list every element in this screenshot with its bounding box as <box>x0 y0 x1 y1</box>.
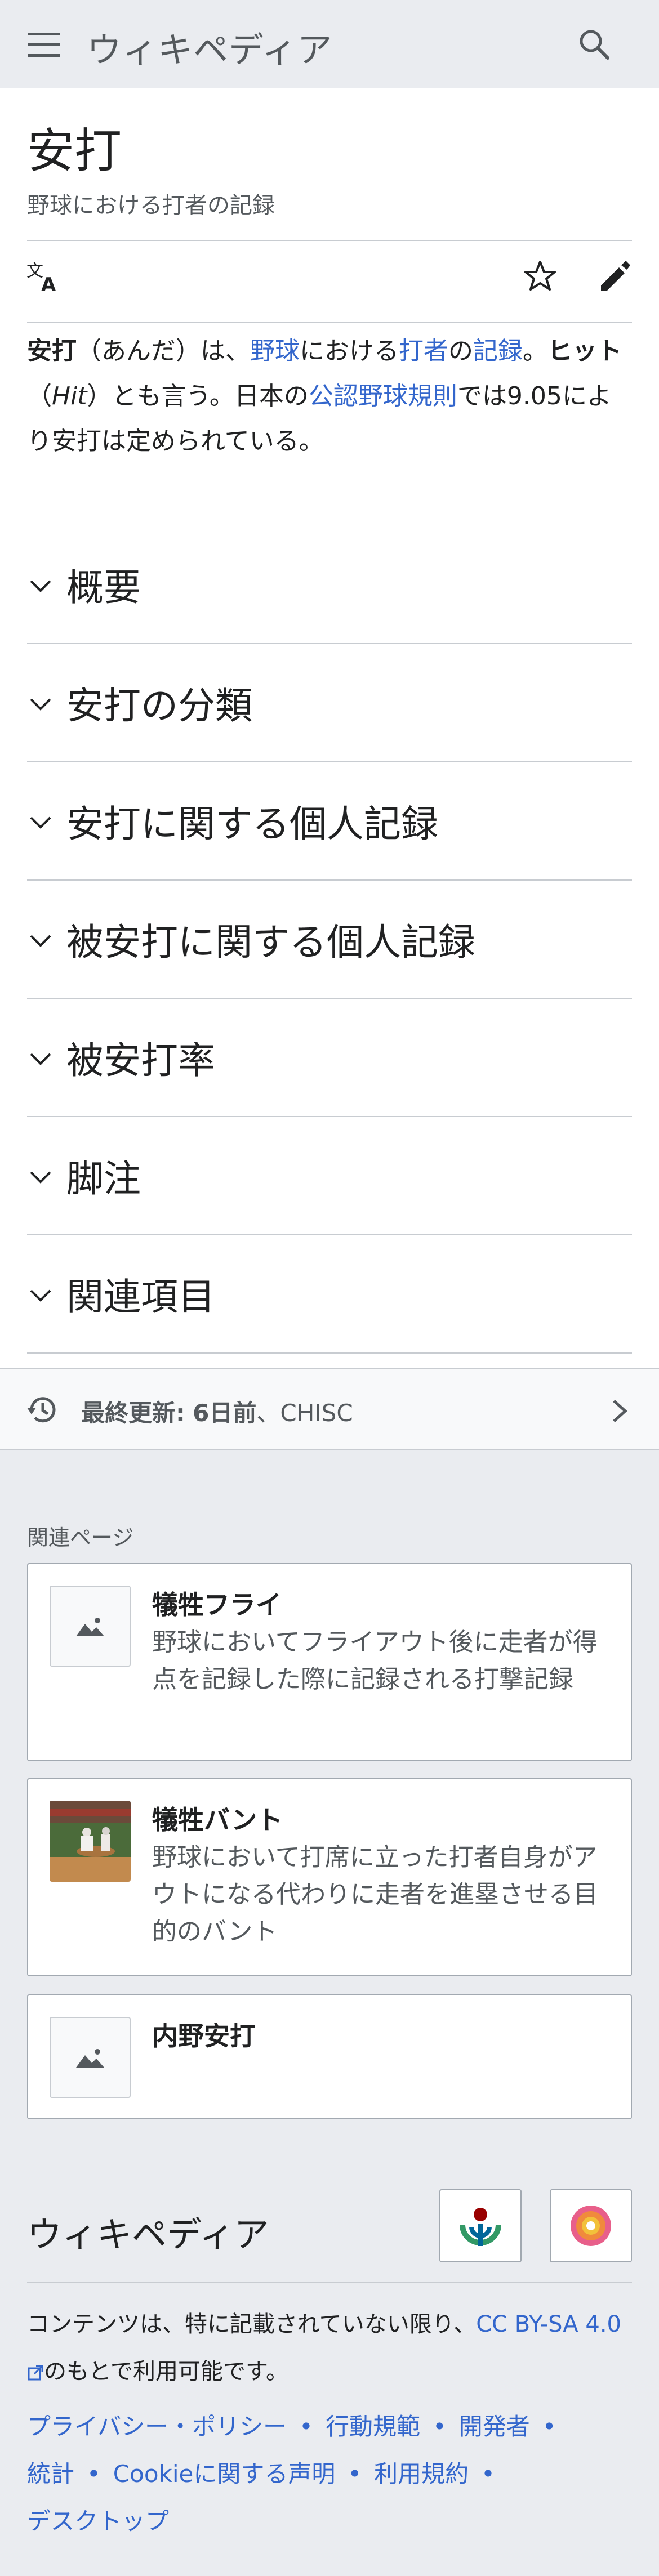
footer-link-terms[interactable]: 利用規約 <box>374 2460 469 2488</box>
hamburger-icon <box>28 33 60 57</box>
external-link-icon <box>28 2365 43 2381</box>
section-footnotes[interactable]: 脚注 <box>27 1117 632 1235</box>
lead-term: 安打 <box>27 337 77 365</box>
license-text-part: コンテンツは、特に記載されていない限り、 <box>27 2311 477 2337</box>
lead-english: Hit <box>52 382 87 410</box>
chevron-right-icon <box>606 1394 633 1428</box>
lead-text: （ <box>27 382 52 410</box>
section-title: 安打の分類 <box>66 684 252 727</box>
section-title: 脚注 <box>66 1157 141 1200</box>
last-modified-ago: 6日前 <box>193 1399 257 1427</box>
pencil-icon <box>601 261 630 291</box>
separator: • <box>348 2460 362 2488</box>
mediawiki-logo-badge[interactable] <box>550 2189 632 2262</box>
section-title: 被安打に関する個人記録 <box>66 921 475 964</box>
section-hits-allowed-records[interactable]: 被安打に関する個人記録 <box>27 881 632 999</box>
lead-paragraph: 安打（あんだ）は、野球における打者の記録。ヒット （Hit）とも言う。日本の公認野… <box>27 329 632 464</box>
chevron-down-icon <box>27 1282 54 1309</box>
footer-link-cookie-statement[interactable]: Cookieに関する声明 <box>113 2460 336 2488</box>
lead-text: の <box>448 337 473 365</box>
footer-link-privacy[interactable]: プライバシー・ポリシー <box>27 2413 287 2440</box>
image-placeholder-icon <box>50 2017 131 2098</box>
history-icon <box>25 1392 61 1428</box>
license-link[interactable]: CC BY-SA 4.0 <box>476 2311 621 2337</box>
svg-text:A: A <box>41 274 56 293</box>
article-content: 安打 野球における打者の記録 文 A 安打（あんだ）は、野球における打者の記録。… <box>0 88 659 1368</box>
related-page-card[interactable]: 内野安打 <box>27 1994 632 2119</box>
lead-alt-term: ヒット <box>547 337 622 365</box>
section-overview[interactable]: 概要 <box>27 526 632 644</box>
edit-button[interactable] <box>595 257 634 296</box>
watch-button[interactable] <box>520 257 560 296</box>
section-title: 安打に関する個人記録 <box>66 802 438 846</box>
main-menu-button[interactable] <box>23 28 65 62</box>
license-text-part: のもとで利用可能です。 <box>44 2359 288 2385</box>
related-page-card[interactable]: 犠牲バント 野球において打席に立った打者自身がアウトになる代わりに走者を進塁させ… <box>27 1778 632 1976</box>
footer-link-statistics[interactable]: 統計 <box>27 2460 74 2488</box>
wikimedia-logo-badge[interactable] <box>439 2189 522 2262</box>
separator: • <box>481 2460 495 2488</box>
chevron-down-icon <box>27 1164 54 1191</box>
related-pages-heading: 関連ページ <box>27 1525 134 1550</box>
search-icon <box>580 30 609 60</box>
separator: • <box>87 2460 101 2488</box>
image-placeholder-icon <box>50 1586 131 1667</box>
chevron-down-icon <box>27 691 54 718</box>
related-page-card[interactable]: 犠牲フライ 野球においてフライアウト後に走者が得点を記録した際に記録される打撃記… <box>27 1563 632 1761</box>
separator: • <box>299 2413 313 2440</box>
footer-divider <box>27 2282 632 2283</box>
page-title: 安打 <box>27 123 122 178</box>
top-header: ウィキペディア <box>0 0 659 88</box>
baseball-photo <box>50 1801 131 1882</box>
link-batter[interactable]: 打者 <box>399 337 448 365</box>
footer-link-developers[interactable]: 開発者 <box>459 2413 530 2440</box>
section-hit-classification[interactable]: 安打の分類 <box>27 644 632 762</box>
section-hit-individual-records[interactable]: 安打に関する個人記録 <box>27 762 632 881</box>
chevron-down-icon <box>27 573 54 600</box>
card-title: 犠牲フライ <box>152 1590 282 1620</box>
lead-text: （あんだ）は、 <box>77 337 250 365</box>
last-modified-label: 最終更新: <box>81 1399 185 1427</box>
translate-icon: 文 A <box>26 261 56 293</box>
divider <box>27 322 632 323</box>
section-title: 被安打率 <box>66 1039 215 1082</box>
separator: • <box>432 2413 447 2440</box>
chevron-down-icon <box>27 927 54 954</box>
lead-text: ）とも言う。日本の <box>87 382 309 410</box>
page-description: 野球における打者の記録 <box>27 193 275 218</box>
chevron-down-icon <box>27 809 54 836</box>
link-baseball[interactable]: 野球 <box>250 337 300 365</box>
card-title: 犠牲バント <box>152 1805 283 1835</box>
card-description: 野球においてフライアウト後に走者が得点を記録した際に記録される打撃記録 <box>152 1628 598 1694</box>
star-icon <box>524 261 556 291</box>
license-text: コンテンツは、特に記載されていない限り、CC BY-SA 4.0 のもとで利用可能… <box>27 2301 632 2395</box>
footer-site-title: ウィキペディア <box>27 2214 269 2255</box>
footer-link-desktop[interactable]: デスクトップ <box>27 2507 169 2535</box>
footer-links: プライバシー・ポリシー • 行動規範 • 開発者 • 統計 • Cookieに関する声明 • 利用規… <box>27 2403 632 2545</box>
card-description: 野球において打席に立った打者自身がアウトになる代わりに走者を進塁させる目的のバン… <box>152 1843 598 1946</box>
section-hits-allowed-rate[interactable]: 被安打率 <box>27 999 632 1117</box>
site-title[interactable]: ウィキペディア <box>87 21 333 72</box>
last-modified-text: 最終更新: 6日前、CHISC <box>81 1394 353 1428</box>
wikimedia-logo-icon <box>460 2208 501 2246</box>
mediawiki-flower-icon <box>571 2206 611 2246</box>
lead-text: 。 <box>523 337 547 365</box>
card-title: 内野安打 <box>152 2021 256 2051</box>
search-button[interactable] <box>575 25 614 64</box>
language-button[interactable]: 文 A <box>24 257 63 296</box>
chevron-down-icon <box>27 1046 54 1073</box>
footer-link-code-of-conduct[interactable]: 行動規範 <box>326 2413 420 2440</box>
section-title: 関連項目 <box>66 1275 215 1319</box>
link-record[interactable]: 記録 <box>473 337 523 365</box>
page-actions-bar: 文 A <box>0 240 659 313</box>
section-title: 概要 <box>66 566 141 609</box>
separator: • <box>542 2413 556 2440</box>
last-modified-editor: 、CHISC <box>256 1399 353 1427</box>
section-related-items[interactable]: 関連項目 <box>27 1235 632 1354</box>
last-modified-bar[interactable]: 最終更新: 6日前、CHISC <box>0 1368 659 1450</box>
lead-text: における <box>300 337 399 365</box>
link-official-rules[interactable]: 公認野球規則 <box>309 382 457 410</box>
